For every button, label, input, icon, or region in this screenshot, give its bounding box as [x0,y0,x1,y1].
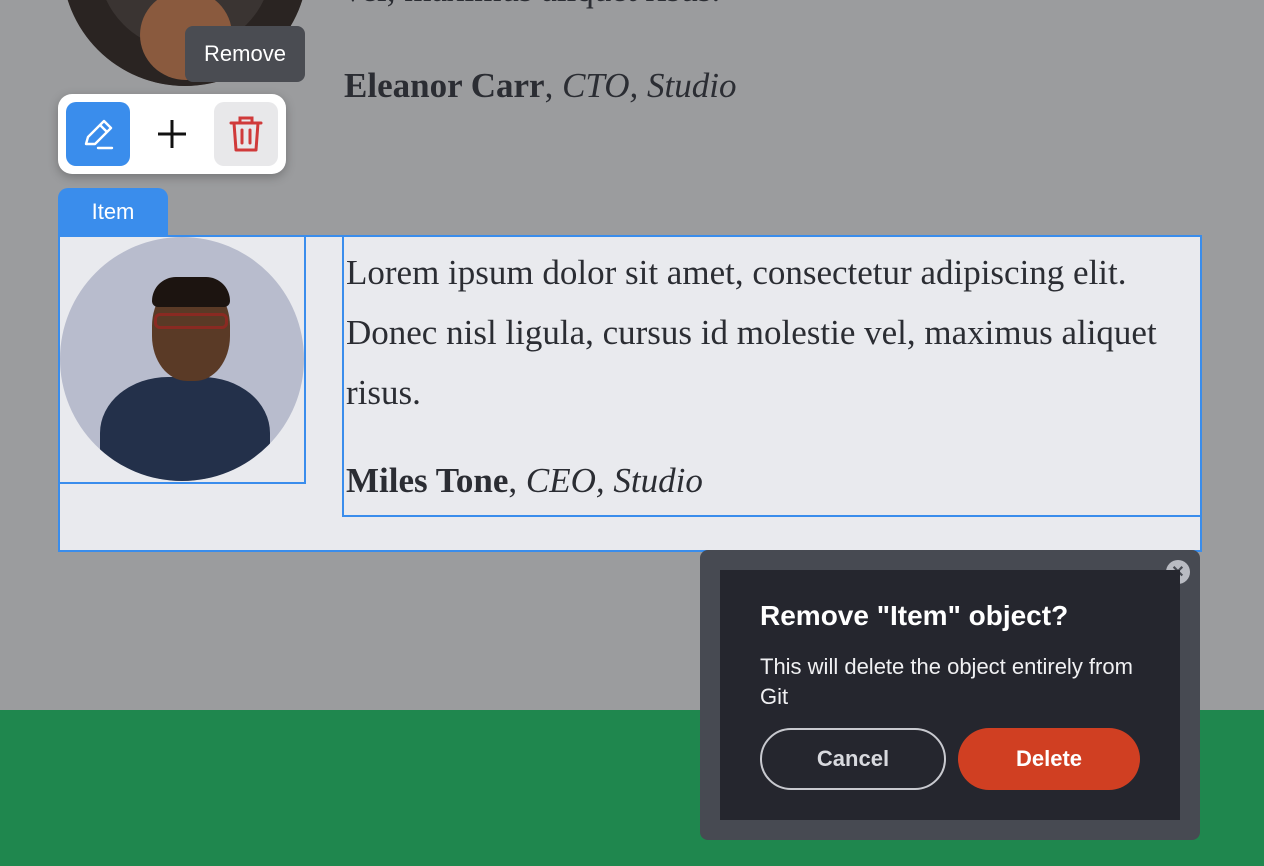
previous-author-role: CTO [562,66,630,105]
author-line: Miles Tone, CEO, Studio [346,461,703,500]
dialog-title: Remove "Item" object? [760,600,1069,631]
avatar-field[interactable] [60,237,306,484]
avatar [60,237,304,481]
author-company: Studio [613,461,703,500]
previous-author: Eleanor Carr, CTO, Studio [344,66,737,105]
dialog-message: This will delete the object entirely fro… [760,654,1133,709]
quote-text: Lorem ipsum dolor sit amet, consectetur … [346,253,1157,412]
edit-button[interactable] [66,102,130,166]
previous-author-company: Studio [647,66,737,105]
cancel-button[interactable]: Cancel [760,728,946,790]
selected-item[interactable]: Lorem ipsum dolor sit amet, consectetur … [58,235,1202,552]
item-type-label[interactable]: Item [58,188,168,236]
delete-confirm-button[interactable]: Delete [958,728,1140,790]
previous-author-name: Eleanor Carr [344,66,545,105]
author-name: Miles Tone [346,461,509,500]
author-role: CEO [525,461,596,500]
add-button[interactable] [140,102,204,166]
plus-icon [158,120,186,148]
trash-icon [229,116,263,152]
dialog-body: Remove "Item" object? This will delete t… [720,570,1180,820]
remove-dialog: ✕ Remove "Item" object? This will delete… [700,550,1200,840]
quote-field[interactable]: Lorem ipsum dolor sit amet, consectetur … [342,235,1202,517]
remove-tooltip: Remove [185,26,305,82]
pencil-icon [84,119,114,150]
delete-button[interactable] [214,102,278,166]
previous-quote: vel, maximus aliquet risus. [344,0,720,10]
item-toolbar [58,94,286,174]
